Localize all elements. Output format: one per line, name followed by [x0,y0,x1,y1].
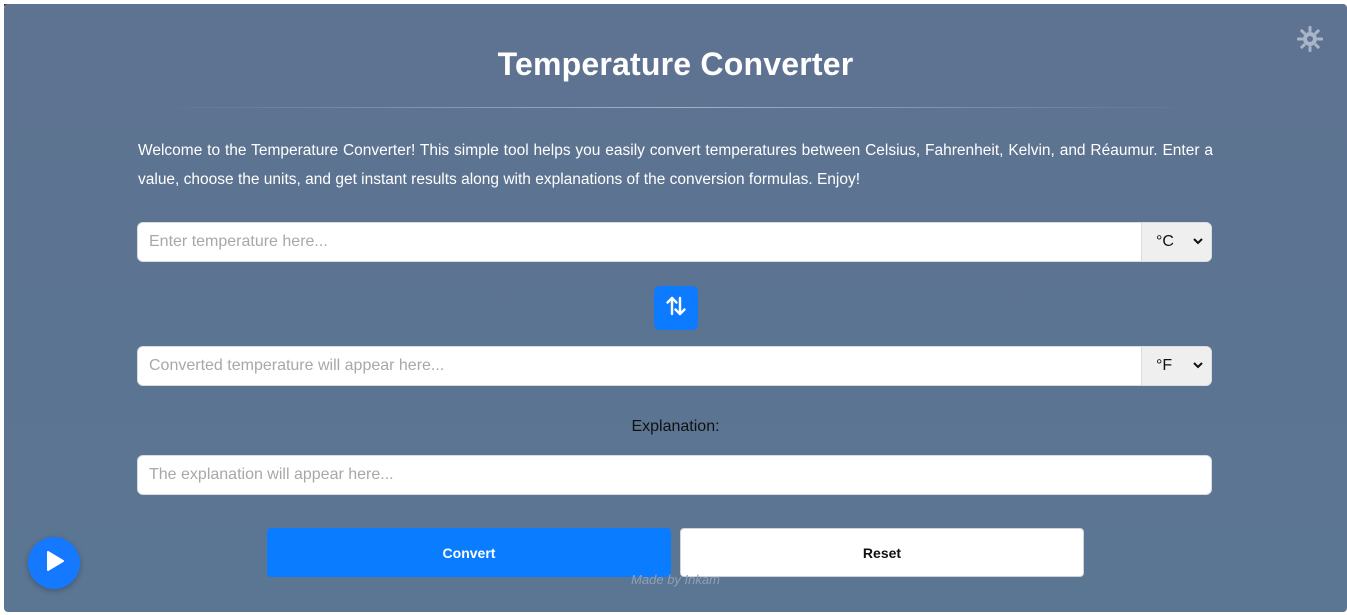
page-title: Temperature Converter [497,46,854,82]
converted-output-row: °F [137,346,1212,386]
reset-button[interactable]: Reset [680,528,1084,577]
input-unit-value: °C [1156,233,1174,250]
play-button[interactable] [28,537,80,589]
output-unit-select[interactable]: °F [1141,347,1211,385]
chevron-down-icon [1193,361,1203,372]
temperature-input-row: °C [137,222,1212,262]
chevron-down-icon [1193,237,1203,248]
input-unit-select[interactable]: °C [1141,223,1211,261]
explanation-label: Explanation: [631,418,720,435]
title-divider [152,107,1202,108]
explanation-field[interactable] [138,456,1211,494]
convert-button[interactable]: Convert [267,528,671,577]
temperature-input[interactable] [138,223,1141,261]
intro-text: Welcome to the Temperature Converter! Th… [138,142,1213,188]
converted-output-field[interactable] [138,347,1141,385]
swap-units-button[interactable] [654,286,698,330]
converter-panel: Temperature Converter Welcome to the Tem… [4,4,1347,612]
play-icon [41,548,67,579]
explanation-row [137,455,1212,495]
made-by-credit: Made by Inkam [631,572,720,587]
output-unit-value: °F [1156,357,1173,374]
swap-arrows-icon [665,295,687,322]
